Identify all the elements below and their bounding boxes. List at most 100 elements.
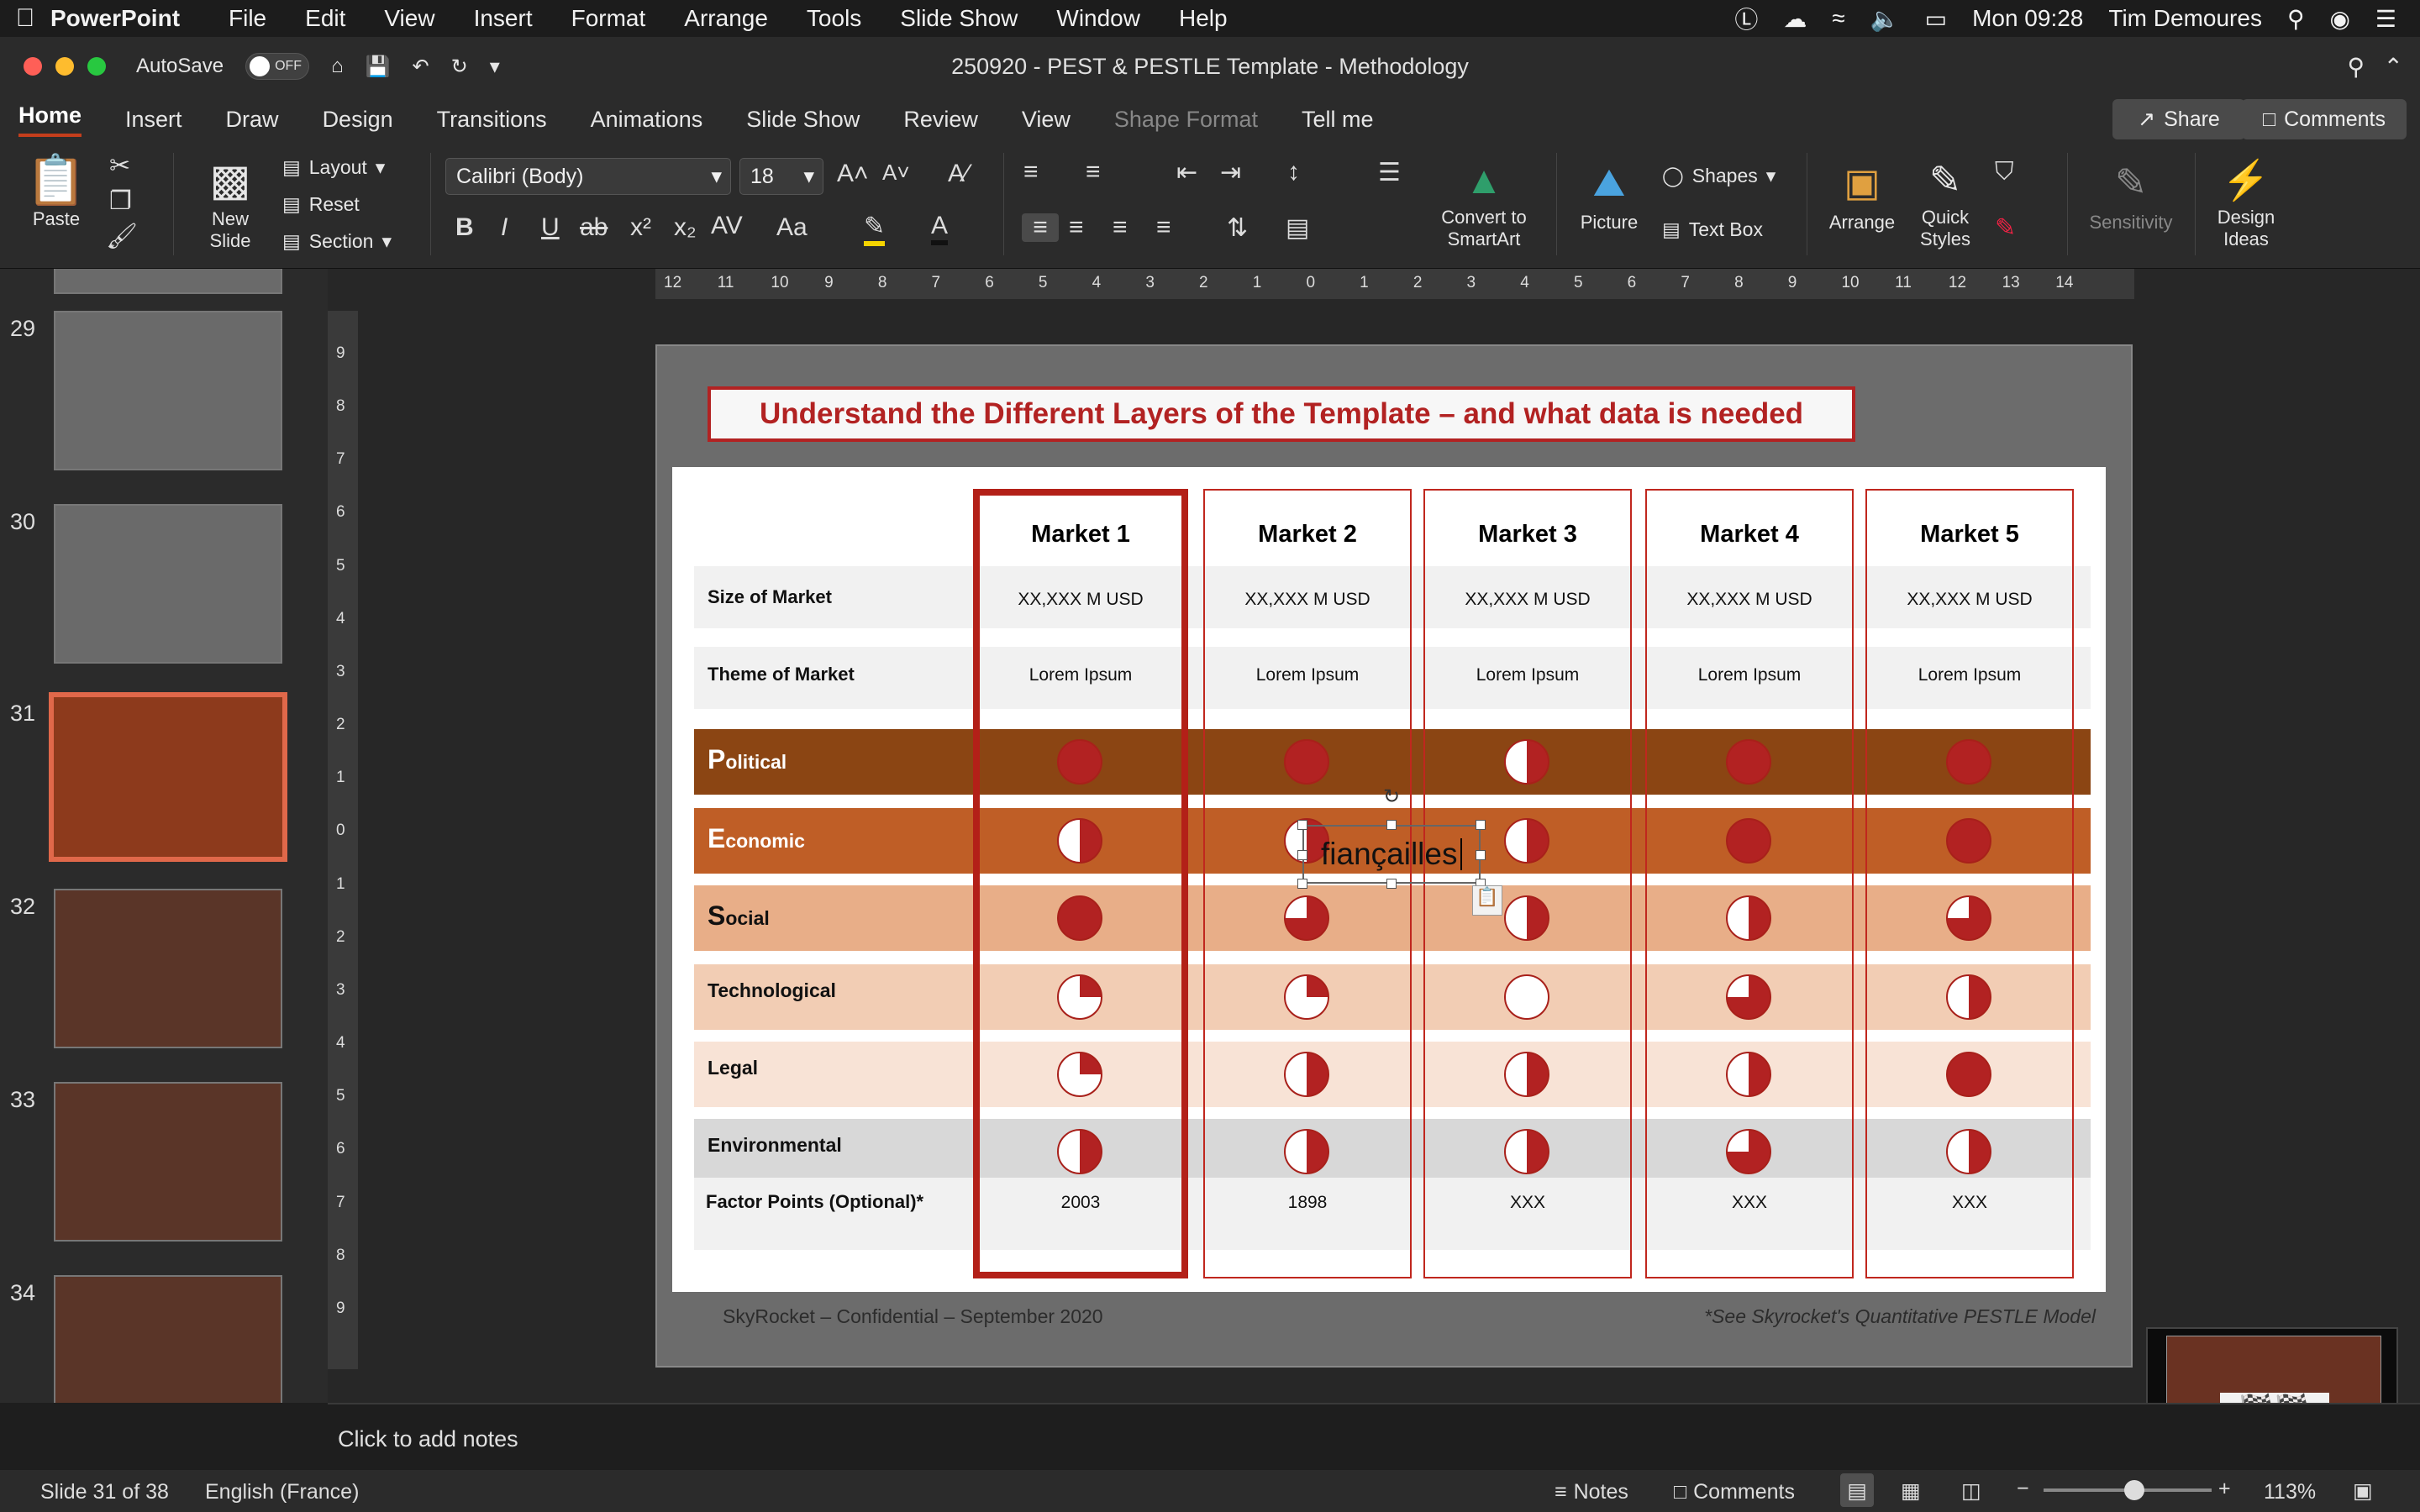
font-color-icon[interactable]: A [931,212,949,245]
theme-cell[interactable]: Lorem Ipsum [1215,665,1400,685]
justify-icon[interactable]: ≡ [1156,213,1171,242]
undo-icon[interactable]: ↶ [412,55,429,79]
section-button[interactable]: ▤ Section ▾ [282,230,392,253]
clear-format-icon[interactable]: A⁄ [948,160,969,188]
menu-slideshow[interactable]: Slide Show [900,5,1018,32]
shape-outline-icon[interactable]: ✎ [1995,213,2016,243]
zoom-out-icon[interactable]: − [2017,1477,2029,1501]
harvey-ball[interactable] [1057,739,1102,785]
menu-app-name[interactable]: PowerPoint [50,5,180,32]
harvey-ball[interactable] [1726,818,1771,864]
share-button[interactable]: ↗ Share [2112,99,2245,139]
menu-format[interactable]: Format [571,5,646,32]
picture-button[interactable]: ⛰ Picture [1571,153,1647,234]
vertical-ruler[interactable]: 9 8 7 6 5 4 3 2 1 0 1 2 3 4 5 6 7 8 9 [328,311,358,1369]
zoom-window-button[interactable] [87,57,106,76]
tab-transitions[interactable]: Transitions [437,107,547,133]
slide-thumbnail-29[interactable] [54,311,282,470]
menubar-clock[interactable]: Mon 09:28 [1972,5,2083,32]
columns-icon[interactable]: ☰ [1378,158,1401,187]
increase-indent-icon[interactable]: ⇥ [1220,158,1241,187]
arrange-button[interactable]: ▣ Arrange [1820,153,1904,234]
menu-arrange[interactable]: Arrange [684,5,768,32]
factor-label[interactable]: Economic [708,823,805,854]
battery-icon[interactable]: ▭ [1925,5,1947,33]
save-icon[interactable]: 💾 [366,55,391,79]
highlight-icon[interactable]: ✎ [864,212,886,246]
harvey-ball[interactable] [1284,895,1329,941]
zoom-slider[interactable] [2044,1480,2212,1500]
cloud-icon[interactable]: ☁ [1783,5,1807,33]
theme-cell[interactable]: Lorem Ipsum [1657,665,1842,685]
slide-thumbnails-pane[interactable]: 29 30 31 32 33 34 [0,269,328,1403]
harvey-ball[interactable] [1946,739,1991,785]
tell-me-search[interactable]: Tell me [1302,107,1374,133]
resize-handle[interactable] [1386,879,1397,889]
size-cell[interactable]: XX,XXX M USD [1435,590,1620,610]
increase-font-icon[interactable]: A˄ [837,160,869,188]
character-spacing-icon[interactable]: AV [711,212,743,240]
minimize-window-button[interactable] [55,57,74,76]
design-ideas-button[interactable]: ⚡ Design Ideas [2208,153,2284,250]
tab-design[interactable]: Design [323,107,393,133]
harvey-ball[interactable] [1726,974,1771,1020]
slide-thumbnail-30[interactable] [54,504,282,664]
factor-label[interactable]: Political [708,744,786,775]
size-cell[interactable]: XX,XXX M USD [1215,590,1400,610]
resize-handle[interactable] [1476,820,1486,830]
reset-button[interactable]: ▤ Reset [282,193,360,216]
market-header[interactable]: Market 4 [1649,521,1850,549]
italic-icon[interactable]: I [501,213,508,242]
horizontal-ruler[interactable]: 12 11 10 9 8 7 6 5 4 3 2 1 0 1 2 3 4 5 6 7 8 9 10 11 12 13 14 [655,269,2134,299]
decrease-font-icon[interactable]: A˅ [882,160,910,186]
harvey-ball[interactable] [1946,818,1991,864]
resize-handle[interactable] [1297,820,1307,830]
text-direction-icon[interactable]: ⇅ [1227,213,1248,243]
slideshow-icon[interactable]: ◫ [1961,1478,1981,1504]
row-label-points[interactable]: Factor Points (Optional)* [706,1191,923,1213]
harvey-ball[interactable] [1057,1052,1102,1097]
harvey-ball[interactable] [1726,1052,1771,1097]
market-header[interactable]: Market 1 [980,521,1181,549]
resize-handle[interactable] [1476,850,1486,860]
home-icon[interactable]: ⌂ [331,55,344,78]
tab-home[interactable]: Home [18,102,82,137]
tab-slideshow[interactable]: Slide Show [746,107,860,133]
copy-icon[interactable]: ❐ [109,186,132,216]
size-cell[interactable]: XX,XXX M USD [1657,590,1842,610]
tab-view[interactable]: View [1022,107,1071,133]
paste-options-icon[interactable]: 📋 [1472,885,1502,916]
slide-thumbnail-34[interactable] [54,1275,282,1403]
harvey-ball[interactable] [1946,1052,1991,1097]
menubar-user[interactable]: Tim Demoures [2108,5,2262,32]
text-box-button[interactable]: ▤ Text Box [1662,218,1763,241]
align-left-icon[interactable]: ≡ [1022,213,1059,242]
harvey-ball[interactable] [1284,974,1329,1020]
harvey-ball[interactable] [1726,1129,1771,1174]
tab-shape-format[interactable]: Shape Format [1114,107,1258,133]
menu-tools[interactable]: Tools [807,5,861,32]
size-cell[interactable]: XX,XXX M USD [1877,590,2062,610]
zoom-level[interactable]: 113% [2264,1480,2316,1504]
language-indicator[interactable]: English (France) [205,1480,359,1504]
slide-thumbnail-33[interactable] [54,1082,282,1242]
notes-pane[interactable]: Click to add notes [328,1403,2420,1470]
row-label-theme[interactable]: Theme of Market [708,664,855,685]
slide-sorter-icon[interactable]: ▦ [1901,1478,1921,1504]
zoom-slider-thumb[interactable] [2124,1480,2144,1500]
rotate-handle-icon[interactable]: ↻ [1383,785,1400,809]
harvey-ball[interactable] [1057,974,1102,1020]
market-header[interactable]: Market 5 [1869,521,2070,549]
search-icon[interactable]: ⚲ [2347,53,2365,81]
comments-status-button[interactable]: □ Comments [1674,1480,1795,1504]
harvey-ball[interactable] [1504,1052,1549,1097]
market-header[interactable]: Market 3 [1427,521,1628,549]
sensitivity-button[interactable]: ✎ Sensitivity [2079,153,2183,234]
points-cell[interactable]: 1898 [1215,1193,1400,1213]
slide-title-box[interactable]: Understand the Different Layers of the T… [708,386,1855,442]
bullets-icon[interactable]: ≡ [1023,158,1039,186]
harvey-ball[interactable] [1057,895,1102,941]
line-spacing-icon[interactable]: ↕ [1287,158,1300,186]
resize-handle[interactable] [1386,820,1397,830]
tab-insert[interactable]: Insert [125,107,182,133]
